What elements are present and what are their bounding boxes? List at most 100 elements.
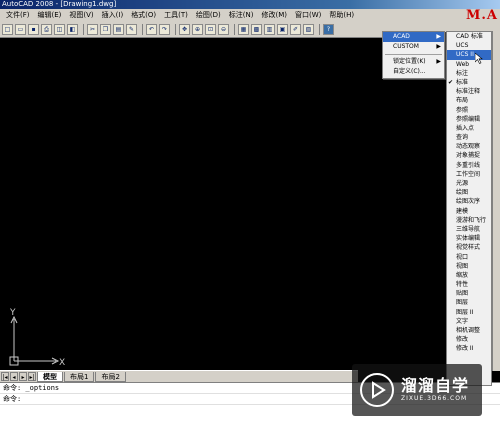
zoom-previous-icon[interactable]: ⊖ (218, 24, 229, 35)
watermark-name: 溜溜自学 (401, 376, 470, 395)
first-tab-icon[interactable]: |◂ (1, 372, 9, 381)
toolbar-toggle-item[interactable]: 修改 (447, 335, 491, 344)
zoom-realtime-icon[interactable]: ⊕ (192, 24, 203, 35)
new-icon[interactable]: □ (2, 24, 13, 35)
ucs-icon: Y X (9, 308, 65, 367)
toolbar-toggle-item[interactable]: 图层 (447, 298, 491, 307)
toolbar-separator (83, 24, 84, 35)
toolbar-toggle-item[interactable]: 漫游和飞行 (447, 216, 491, 225)
menu-item[interactable]: 绘图(D) (192, 9, 225, 22)
toolbar-toggle-item[interactable]: 插入点 (447, 124, 491, 133)
menu-option-item[interactable]: 锁定位置(K) ▶ (383, 57, 444, 67)
undo-icon[interactable]: ↶ (146, 24, 157, 35)
pan-icon[interactable]: ✥ (179, 24, 190, 35)
properties-icon[interactable]: ▦ (238, 24, 249, 35)
cut-icon[interactable]: ✂ (87, 24, 98, 35)
designcenter-icon[interactable]: ▩ (251, 24, 262, 35)
ucs-x-label: X (59, 358, 65, 367)
tab-layout2[interactable]: 布局2 (95, 371, 126, 382)
toolbar-toggle-item[interactable]: ✔ 标准 (447, 78, 491, 87)
toolbar-toggle-item[interactable]: Web (447, 60, 491, 69)
toolbar-list-menu: CAD 标准 UCS UCS II Web 标注 ✔ 标准 标准注释 布局 参照 参照编辑 插入点 查询… (446, 31, 492, 386)
help-icon[interactable]: ? (323, 24, 334, 35)
toolbar-toggle-item[interactable]: 相机调整 (447, 326, 491, 335)
menu-item-label: 参照 (456, 106, 469, 114)
menu-item-label: 文字 (456, 317, 469, 325)
publish-icon[interactable]: ◧ (67, 24, 78, 35)
toolbar-toggle-item[interactable]: 查询 (447, 133, 491, 142)
menu-item-label: UCS II (456, 51, 474, 59)
toolbar-toggle-item[interactable]: 工作空间 (447, 170, 491, 179)
last-tab-icon[interactable]: ▸| (28, 372, 36, 381)
submenu-arrow-icon: ▶ (436, 43, 441, 50)
toolbar-toggle-item[interactable]: 绘图次序 (447, 197, 491, 206)
open-icon[interactable]: ▭ (15, 24, 26, 35)
toolpalettes-icon[interactable]: ▥ (264, 24, 275, 35)
calculator-icon[interactable]: ▧ (303, 24, 314, 35)
tab-layout1[interactable]: 布局1 (64, 371, 95, 382)
toolbar-toggle-item[interactable]: 文字 (447, 317, 491, 326)
menu-group-item[interactable]: CUSTOM ▶ (383, 42, 444, 52)
toolbar-toggle-item[interactable]: 光源 (447, 179, 491, 188)
toolbar-toggle-item[interactable]: 参照 (447, 106, 491, 115)
layout-tabs: |◂ ◂ ▸ ▸| 模型 布局1 布局2 (0, 370, 358, 382)
menu-item-label: 自定义(C)... (393, 68, 426, 75)
toolbar-toggle-item[interactable]: 缩放 (447, 271, 491, 280)
copy-icon[interactable]: ❐ (100, 24, 111, 35)
toolbar-toggle-item[interactable]: 布局 (447, 96, 491, 105)
menu-separator (385, 54, 442, 55)
toolbar-separator (175, 24, 176, 35)
menu-option-item[interactable]: 自定义(C)... (383, 67, 444, 77)
menu-item[interactable]: 编辑(E) (34, 9, 66, 22)
toolbar-toggle-item[interactable]: 三维导航 (447, 225, 491, 234)
toolbar-toggle-item[interactable]: 标注 (447, 69, 491, 78)
toolbar-toggle-item[interactable]: 动态观察 (447, 142, 491, 151)
toolbar-toggle-item[interactable]: CAD 标准 (447, 32, 491, 41)
toolbar-toggle-item[interactable]: 标准注释 (447, 87, 491, 96)
menu-item-label: 缩放 (456, 271, 469, 279)
menu-item-label: 对象捕捉 (456, 152, 481, 160)
menu-item[interactable]: 工具(T) (160, 9, 192, 22)
drawing-area[interactable] (0, 38, 500, 370)
toolbar-toggle-item[interactable]: 对象捕捉 (447, 151, 491, 160)
toolbar-toggle-item[interactable]: 视图 (447, 262, 491, 271)
next-tab-icon[interactable]: ▸ (19, 372, 27, 381)
redo-icon[interactable]: ↷ (159, 24, 170, 35)
menu-group-item[interactable]: ACAD ▶ (383, 32, 444, 42)
toolbar-toggle-item[interactable]: UCS II (447, 50, 491, 60)
menu-item[interactable]: 窗口(W) (291, 9, 325, 22)
toolbar-toggle-item[interactable]: 视口 (447, 253, 491, 262)
toolbar-toggle-item[interactable]: 参照编辑 (447, 115, 491, 124)
menu-item[interactable]: 插入(I) (98, 9, 128, 22)
preview-icon[interactable]: ◫ (54, 24, 65, 35)
menu-item[interactable]: 帮助(H) (325, 9, 358, 22)
prev-tab-icon[interactable]: ◂ (10, 372, 18, 381)
tab-model[interactable]: 模型 (37, 371, 63, 382)
toolbar-toggle-item[interactable]: 贴图 (447, 289, 491, 298)
matchprop-icon[interactable]: ✎ (126, 24, 137, 35)
menu-item-label: 参照编辑 (456, 115, 481, 123)
menu-item[interactable]: 修改(M) (257, 9, 291, 22)
toolbar-toggle-item[interactable]: 多重引线 (447, 161, 491, 170)
menu-item[interactable]: 视图(V) (65, 9, 97, 22)
sheetset-icon[interactable]: ▣ (277, 24, 288, 35)
ucs-y-label: Y (9, 308, 16, 318)
toolbar-toggle-item[interactable]: 视觉样式 (447, 243, 491, 252)
toolbar-toggle-item[interactable]: 修改 II (447, 344, 491, 353)
zoom-window-icon[interactable]: ⊡ (205, 24, 216, 35)
save-icon[interactable]: ▪ (28, 24, 39, 35)
menu-item[interactable]: 格式(O) (127, 9, 160, 22)
submenu-arrow-icon: ▶ (436, 33, 441, 40)
toolbar-toggle-item[interactable]: 实体编辑 (447, 234, 491, 243)
toolbar-toggle-item[interactable]: 特性 (447, 280, 491, 289)
menu-item-label: ACAD (393, 33, 410, 40)
toolbar-toggle-item[interactable]: 图层 II (447, 308, 491, 317)
menu-item[interactable]: 标注(N) (225, 9, 258, 22)
paste-icon[interactable]: ▤ (113, 24, 124, 35)
menu-item[interactable]: 文件(F) (2, 9, 34, 22)
toolbar-toggle-item[interactable]: UCS (447, 41, 491, 50)
toolbar-toggle-item[interactable]: 绘图 (447, 188, 491, 197)
toolbar-toggle-item[interactable]: 建模 (447, 207, 491, 216)
print-icon[interactable]: ⎙ (41, 24, 52, 35)
markup-icon[interactable]: ✐ (290, 24, 301, 35)
